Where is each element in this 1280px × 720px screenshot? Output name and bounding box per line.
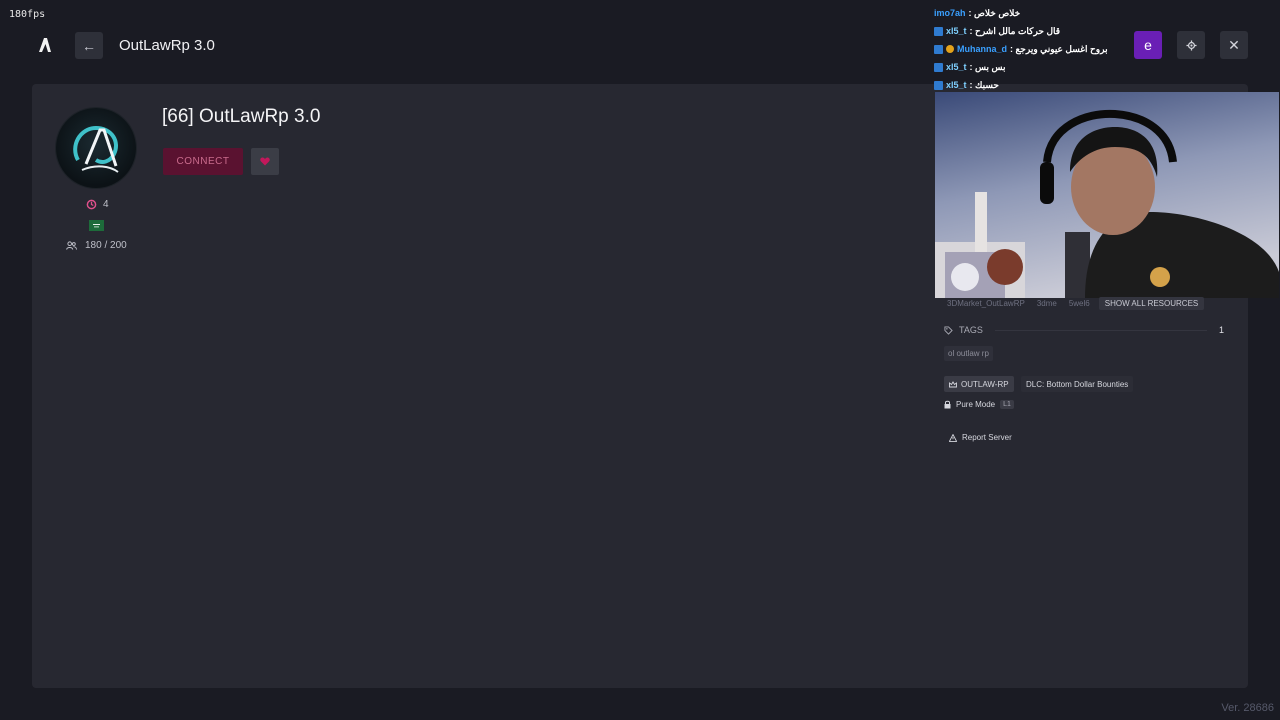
tag-chip[interactable]: ol outlaw rp [944, 346, 993, 361]
report-server-label: Report Server [962, 433, 1012, 442]
report-server-button[interactable]: Report Server [949, 433, 1012, 442]
subscriber-badge-icon [934, 44, 943, 54]
player-count: 180 / 200 [66, 240, 127, 251]
subscriber-badge-icon [934, 26, 943, 36]
fps-counter: 180fps [9, 9, 46, 20]
server-logo-icon [73, 125, 119, 173]
chat-username: Muhanna_d [957, 44, 1008, 54]
pure-mode-label: Pure Mode [956, 400, 996, 409]
boost-icon [86, 199, 97, 210]
connect-button[interactable]: CONNECT [163, 148, 243, 175]
settings-button[interactable] [1177, 31, 1205, 59]
lock-icon [944, 400, 951, 409]
webcam-feed-image [935, 92, 1279, 298]
chat-message: Muhanna_d : بروح اغسل عيوني ويرجع [934, 40, 1134, 58]
chat-username: xl5_t [946, 80, 967, 90]
stream-chat-overlay: imo7ah : خلاص خلاص xl5_t : قال حركات مال… [934, 4, 1134, 94]
tags-label: TAGS [959, 325, 983, 335]
warning-icon [949, 433, 957, 442]
chat-text: : بس بس [969, 61, 1006, 72]
boost-count: 4 [86, 199, 109, 210]
fivem-logo-icon[interactable] [36, 36, 54, 54]
gear-icon [1185, 39, 1197, 51]
pure-mode-level: L1 [1000, 400, 1014, 409]
chat-message: imo7ah : خلاص خلاص [934, 4, 1134, 22]
players-value: 180 / 200 [85, 240, 127, 251]
server-title: [66] OutLawRp 3.0 [162, 106, 321, 127]
chat-text: : خلاص خلاص [968, 7, 1021, 18]
close-button[interactable]: ✕ [1220, 31, 1248, 59]
chat-message: xl5_t : بس بس [934, 58, 1134, 76]
chat-text: : قال حركات مالل اشرح [969, 25, 1061, 36]
divider [994, 329, 1207, 331]
back-button[interactable]: ← [75, 32, 103, 59]
resource-item: 3DMarket_OutLawRP [947, 299, 1025, 308]
favorite-button[interactable] [251, 148, 279, 175]
server-logo [56, 108, 136, 188]
pure-mode-badge: Pure Mode L1 [944, 400, 1014, 409]
tag-icon [944, 325, 953, 335]
dlc-chip: DLC: Bottom Dollar Bounties [1021, 376, 1134, 392]
page-title: OutLawRp 3.0 [119, 37, 215, 54]
gift-badge-icon [946, 45, 954, 53]
webcam-overlay [935, 92, 1279, 298]
boost-value: 4 [103, 199, 109, 210]
subscriber-badge-icon [934, 80, 943, 90]
chat-message: xl5_t : قال حركات مالل اشرح [934, 22, 1134, 40]
subscriber-badge-icon [934, 62, 943, 72]
heart-icon [260, 157, 270, 166]
chat-username: xl5_t [946, 26, 967, 36]
chat-text: : بروح اغسل عيوني ويرجع [1010, 43, 1108, 54]
outlaw-rp-label: OUTLAW-RP [961, 379, 1009, 389]
resource-item: 5wel6 [1068, 299, 1090, 308]
chat-username: imo7ah [934, 8, 966, 18]
version-label: Ver. 28686 [1221, 702, 1274, 714]
dlc-label: DLC: Bottom Dollar Bounties [1026, 379, 1129, 389]
tags-header: TAGS 1 [944, 325, 1224, 335]
chat-username: xl5_t [946, 62, 967, 72]
resources-list: 3DMarket_OutLawRP 3dme 5wel6 SHOW ALL RE… [944, 297, 1205, 310]
outlaw-rp-chip[interactable]: OUTLAW-RP [944, 376, 1014, 392]
arrow-left-icon: ← [82, 37, 96, 54]
chat-text: : حسبك [969, 79, 999, 90]
user-avatar-button[interactable]: e [1134, 31, 1162, 59]
users-icon [66, 241, 77, 250]
tags-count: 1 [1218, 325, 1224, 335]
show-all-resources-button[interactable]: SHOW ALL RESOURCES [1098, 297, 1205, 310]
close-icon: ✕ [1228, 36, 1240, 53]
country-flag-icon [89, 220, 104, 231]
resource-item: 3dme [1036, 299, 1057, 308]
crown-icon [949, 380, 957, 387]
